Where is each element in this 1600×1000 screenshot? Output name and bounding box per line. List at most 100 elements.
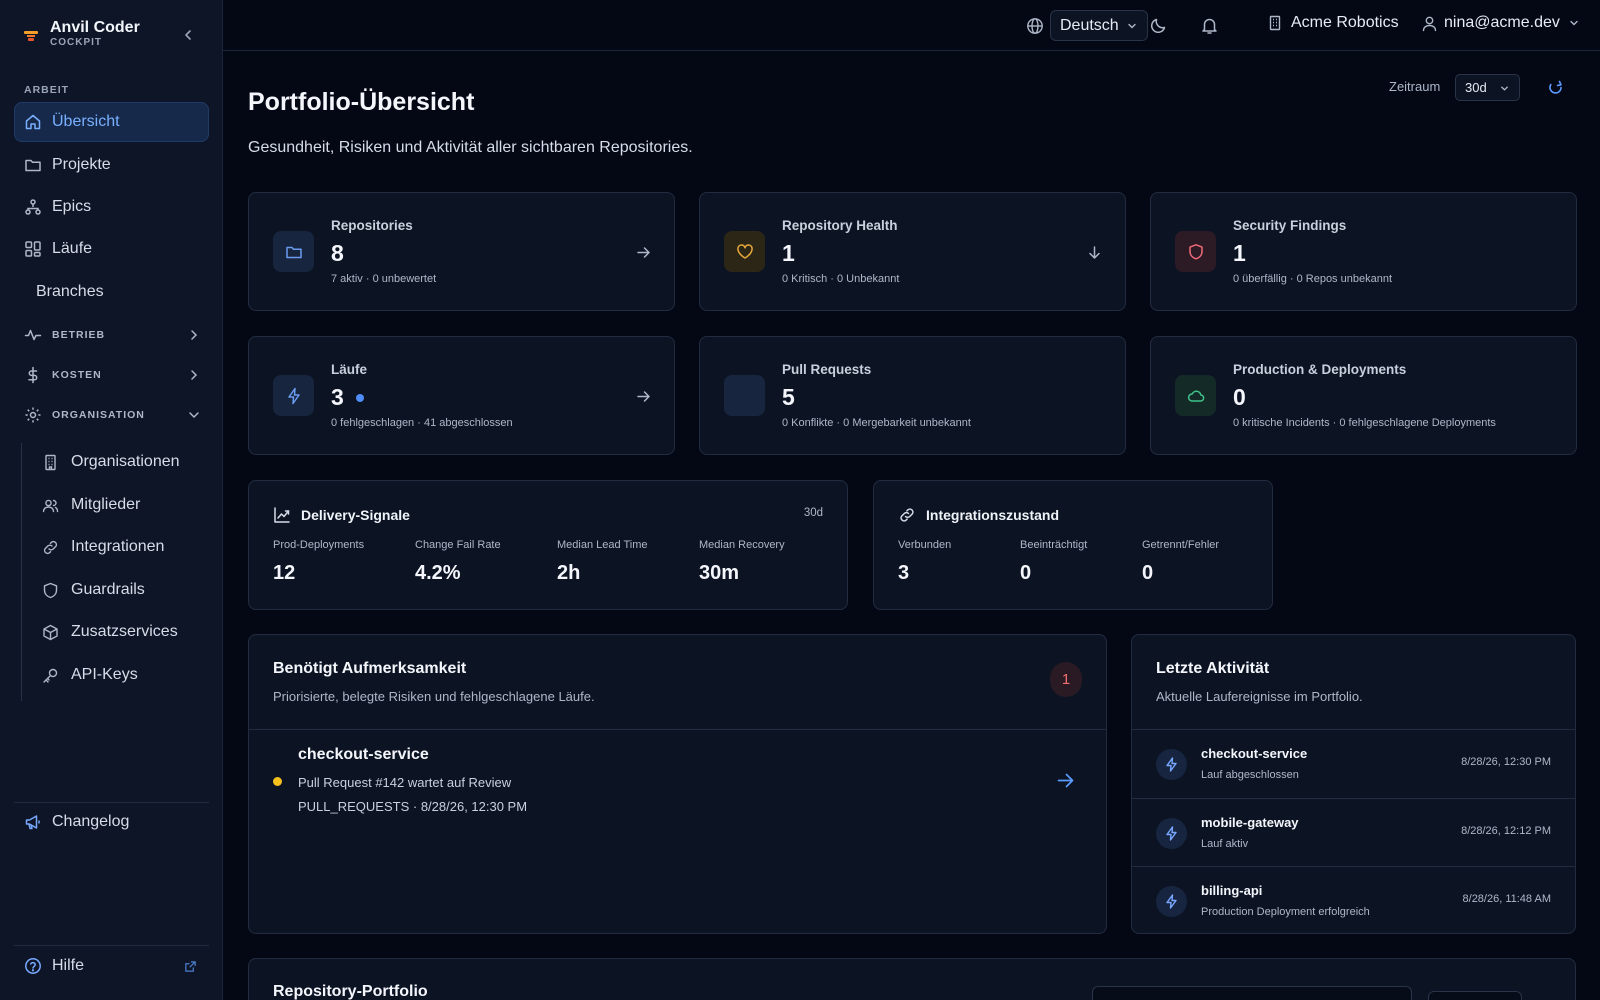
- portfolio-search-input[interactable]: [1092, 986, 1412, 1000]
- stat-card-repositories[interactable]: Repositories 8 7 aktiv · 0 unbewertet: [248, 192, 675, 311]
- attention-panel: Benötigt Aufmerksamkeit Priorisierte, be…: [248, 634, 1107, 934]
- bolt-icon: [1166, 894, 1177, 909]
- delivery-signals-title: Delivery-Signale: [273, 506, 410, 524]
- stat-card-production-deployments[interactable]: Production & Deployments 0 0 kritische I…: [1150, 336, 1577, 455]
- arrow-right-icon: [637, 391, 650, 402]
- user-icon: [1422, 16, 1437, 31]
- folder-icon: [25, 159, 41, 172]
- stat-meta: 0 Kritisch · 0 Unbekannt: [782, 273, 900, 285]
- activity-icon: [24, 329, 42, 341]
- hierarchy-icon: [25, 199, 41, 215]
- stat-value: 8: [331, 240, 344, 266]
- trending-up-icon: [274, 507, 290, 523]
- stat-card-laeufe[interactable]: Läufe 3 0 fehlgeschlagen · 41 abgeschlos…: [248, 336, 675, 455]
- organization-switcher[interactable]: Acme Robotics: [1267, 14, 1399, 32]
- repository-portfolio-card: Repository-Portfolio: [248, 958, 1576, 1000]
- sidebar-item-label: Epics: [52, 198, 92, 215]
- activity-item[interactable]: mobile-gateway Lauf aktiv 8/28/26, 12:12…: [1132, 798, 1575, 866]
- megaphone-icon: [25, 815, 40, 830]
- metric-change-fail-rate: Change Fail Rate 4.2%: [415, 539, 501, 584]
- external-link-icon: [185, 960, 196, 972]
- sidebar-item-integrationen[interactable]: Integrationen: [32, 527, 209, 567]
- stat-value: 5: [782, 384, 795, 410]
- organization-name: Acme Robotics: [1291, 14, 1399, 31]
- activity-item-description: Lauf abgeschlossen: [1201, 769, 1299, 781]
- stat-card-repository-health[interactable]: Repository Health 1 0 Kritisch · 0 Unbek…: [699, 192, 1126, 311]
- sidebar-item-label: Zusatzservices: [71, 623, 178, 640]
- activity-item[interactable]: billing-api Production Deployment erfolg…: [1132, 866, 1575, 934]
- sidebar-group-betrieb[interactable]: BETRIEB: [14, 320, 209, 350]
- brand[interactable]: Anvil Coder COCKPIT: [24, 18, 140, 48]
- folder-icon: [285, 246, 302, 258]
- sidebar-item-label: Integrationen: [71, 538, 165, 555]
- sidebar-item-changelog[interactable]: Changelog: [14, 802, 209, 842]
- sidebar-item-branches[interactable]: Branches: [14, 272, 209, 312]
- sidebar-item-api-keys[interactable]: API-Keys: [32, 655, 209, 695]
- portfolio-filter-button[interactable]: [1428, 991, 1522, 1000]
- activity-item[interactable]: checkout-service Lauf abgeschlossen 8/28…: [1132, 730, 1575, 798]
- user-email: nina@acme.dev: [1444, 14, 1560, 31]
- page-title: Portfolio-Übersicht: [248, 88, 475, 116]
- sidebar-item-hilfe[interactable]: Hilfe: [14, 946, 209, 986]
- sidebar-item-guardrails[interactable]: Guardrails: [32, 570, 209, 610]
- stat-value: 3: [331, 384, 364, 411]
- link-icon: [43, 540, 58, 554]
- activity-title: Letzte Aktivität: [1156, 660, 1270, 677]
- metric-prod-deployments: Prod-Deployments 12: [273, 539, 365, 584]
- activity-item-description: Production Deployment erfolgreich: [1201, 906, 1370, 918]
- stat-icon: [273, 231, 314, 272]
- sidebar-group-kosten[interactable]: KOSTEN: [14, 360, 209, 390]
- building-icon: [45, 454, 56, 470]
- arrow-down-icon: [1089, 246, 1100, 259]
- sidebar-item-uebersicht[interactable]: Übersicht: [14, 102, 209, 142]
- language-select-value: Deutsch: [1060, 16, 1119, 34]
- help-circle-icon: [25, 958, 41, 974]
- attention-item-description: Pull Request #142 wartet auf Review: [298, 775, 512, 790]
- stat-icon: [273, 375, 314, 416]
- page-subtitle: Gesundheit, Risiken und Aktivität aller …: [248, 139, 693, 156]
- chevron-down-icon: [1128, 23, 1136, 29]
- metric-getrennt-fehler: Getrennt/Fehler 0: [1142, 539, 1220, 584]
- period-select[interactable]: 30d: [1455, 74, 1520, 101]
- stat-meta: 0 Konflikte · 0 Mergebarkeit unbekannt: [782, 417, 971, 429]
- delivery-signals-period: 30d: [803, 507, 823, 519]
- activity-item-name: mobile-gateway: [1201, 815, 1299, 830]
- bolt-icon: [1166, 757, 1177, 772]
- heart-icon: [736, 243, 753, 259]
- brand-subtitle: COCKPIT: [50, 37, 102, 48]
- refresh-icon[interactable]: [1547, 79, 1564, 96]
- link-icon: [900, 508, 914, 522]
- activity-item-description: Lauf aktiv: [1201, 838, 1249, 850]
- sidebar-item-label: Übersicht: [52, 113, 120, 130]
- moon-icon[interactable]: [1149, 16, 1168, 35]
- stat-meta: 7 aktiv · 0 unbewertet: [331, 273, 437, 285]
- attention-item[interactable]: checkout-service Pull Request #142 warte…: [249, 730, 1106, 830]
- stat-card-security-findings[interactable]: Security Findings 1 0 überfällig · 0 Rep…: [1150, 192, 1577, 311]
- shield-icon: [43, 582, 58, 598]
- activity-icon: [1156, 886, 1187, 917]
- stat-label: Production & Deployments: [1233, 362, 1407, 377]
- sidebar-item-zusatzservices[interactable]: Zusatzservices: [32, 612, 209, 652]
- bell-icon[interactable]: [1200, 16, 1219, 35]
- sidebar-item-epics[interactable]: Epics: [14, 187, 209, 227]
- language-select[interactable]: Deutsch: [1050, 10, 1148, 41]
- sidebar-item-label: Organisationen: [71, 453, 180, 470]
- chevron-left-icon[interactable]: [180, 27, 196, 43]
- live-indicator-dot: [355, 393, 364, 402]
- stat-label: Repository Health: [782, 218, 898, 233]
- stat-label: Security Findings: [1233, 218, 1347, 233]
- activity-item-time: 8/28/26, 12:12 PM: [1461, 825, 1551, 837]
- activity-icon: [1156, 749, 1187, 780]
- sidebar-item-projekte[interactable]: Projekte: [14, 145, 209, 185]
- sidebar-item-label: Hilfe: [52, 957, 85, 974]
- sidebar-item-mitglieder[interactable]: Mitglieder: [32, 485, 209, 525]
- stat-card-pull-requests[interactable]: Pull Requests 5 0 Konflikte · 0 Mergebar…: [699, 336, 1126, 455]
- sidebar-item-laeufe[interactable]: Läufe: [14, 229, 209, 269]
- period-label: Zeitraum: [1389, 79, 1441, 94]
- attention-count-badge: 1: [1050, 662, 1082, 697]
- stat-meta: 0 fehlgeschlagen · 41 abgeschlossen: [331, 417, 513, 429]
- sidebar-item-organisationen[interactable]: Organisationen: [32, 442, 209, 482]
- activity-icon: [1156, 818, 1187, 849]
- sidebar-group-organisation[interactable]: ORGANISATION: [14, 400, 209, 430]
- user-menu[interactable]: nina@acme.dev: [1421, 14, 1580, 32]
